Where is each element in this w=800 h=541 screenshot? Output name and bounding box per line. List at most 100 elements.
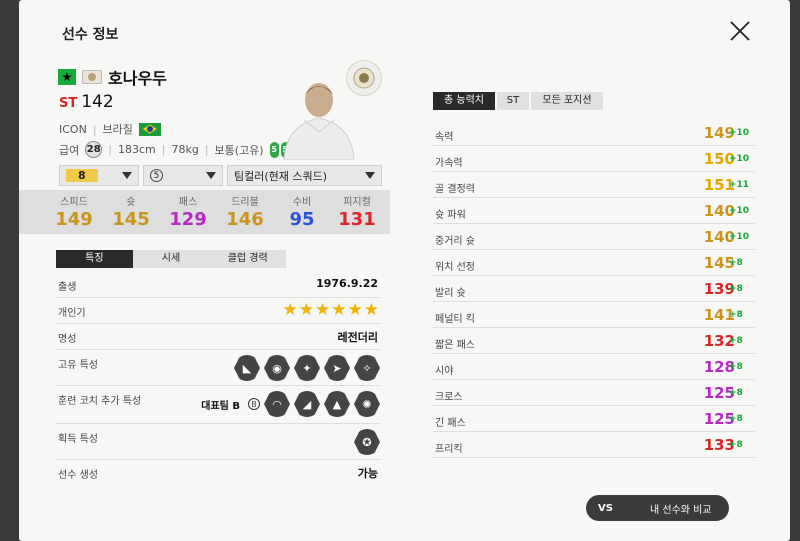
info-row-acquired-traits: 획득 특성 ✪ bbox=[56, 424, 380, 460]
attribute-bonus: +10 bbox=[729, 128, 750, 138]
attribute-row: 짧은 패스 132 +8 bbox=[433, 328, 755, 354]
compare-label: 내 선수와 비교 bbox=[650, 504, 712, 516]
attribute-name: 위치 선정 bbox=[435, 262, 475, 273]
attribute-name: 짧은 패스 bbox=[435, 340, 475, 351]
attribute-name: 가속력 bbox=[435, 158, 463, 169]
attribute-row: 프리킥 133 +8 bbox=[433, 432, 755, 458]
attribute-name: 시야 bbox=[435, 366, 454, 377]
info-row-player-creation: 선수 생성 가능 bbox=[58, 467, 378, 481]
attribute-name: 프리킥 bbox=[435, 444, 463, 455]
card-type: ICON bbox=[59, 122, 87, 136]
team-player-trait-icon[interactable]: ✺ bbox=[354, 391, 380, 417]
attribute-row: 크로스 125 +8 bbox=[433, 380, 755, 406]
tab-st[interactable]: ST bbox=[497, 92, 529, 110]
compare-vs-icon: VS bbox=[598, 502, 613, 514]
attribute-bonus: +8 bbox=[729, 414, 743, 424]
attribute-name: 발리 슛 bbox=[435, 288, 466, 299]
attribute-row: 골 결정력 151 +11 bbox=[433, 172, 755, 198]
attribute-list: 속력 149 +10 가속력 150 +10 골 결정력 151 +11 슛 파워 140 +10 중거… bbox=[433, 120, 755, 458]
tab-traits[interactable]: 특징 bbox=[56, 250, 133, 268]
attribute-bonus: +10 bbox=[729, 206, 750, 216]
player-nation: 브라질 bbox=[102, 123, 133, 136]
attribute-name: 속력 bbox=[435, 132, 454, 143]
attribute-bonus: +8 bbox=[729, 258, 743, 268]
player-name: 호나우두 bbox=[108, 69, 167, 88]
unique-traits-icons: ◣ ◉ ✦ ➤ ✧ bbox=[234, 355, 380, 381]
tab-all-positions[interactable]: 모든 포지션 bbox=[531, 92, 603, 110]
dribbler-trait-icon[interactable]: ➤ bbox=[324, 355, 350, 381]
long-shot-trait-icon[interactable]: ◢ bbox=[294, 391, 320, 417]
finesse-shot-trait-icon[interactable]: ◣ bbox=[234, 355, 260, 381]
player-name-row: ★ 호나우두 bbox=[58, 65, 167, 89]
attribute-row: 발리 슛 139 +8 bbox=[433, 276, 755, 302]
attribute-name: 중거리 슛 bbox=[435, 236, 475, 247]
attribute-name: 긴 패스 bbox=[435, 418, 466, 429]
skill-stars: ★★★★★★ bbox=[282, 300, 380, 320]
coach-grade-icon: B bbox=[248, 398, 260, 410]
attribute-bonus: +8 bbox=[729, 440, 743, 450]
info-row-coach-traits: 훈련 코치 추가 특성 대표팀 B B ◠ ◢ ▲ ✺ bbox=[56, 386, 380, 424]
attribute-row: 위치 선정 145 +8 bbox=[433, 250, 755, 276]
attribute-row: 가속력 150 +10 bbox=[433, 146, 755, 172]
brazil-flag-icon bbox=[138, 122, 161, 136]
level-value: 8 bbox=[66, 169, 98, 182]
season-icon bbox=[82, 70, 102, 84]
stat-passing: 패스 129 bbox=[169, 197, 207, 230]
level-select[interactable]: 8 bbox=[59, 165, 139, 186]
player-meta-1: ICON | 브라질 bbox=[59, 121, 161, 137]
attribute-name: 크로스 bbox=[435, 392, 463, 403]
player-info-list: 출생 1976.9.22 개인기 ★★★★★★ 명성 레전더리 고유 특성 ◣ … bbox=[56, 272, 380, 486]
info-row-birth: 출생 1976.9.22 bbox=[56, 272, 380, 298]
attribute-row: 시야 128 +8 bbox=[433, 354, 755, 380]
tab-market-price[interactable]: 시세 bbox=[132, 250, 210, 268]
icon-class-badge bbox=[346, 60, 382, 96]
power-shot-trait-icon[interactable]: ✦ bbox=[294, 355, 320, 381]
stat-dribbling: 드리블 146 bbox=[226, 197, 264, 230]
position-overall: ST 142 bbox=[59, 92, 114, 112]
stat-pace: 스피드 149 bbox=[55, 197, 93, 230]
info-row-reputation: 명성 레전더리 bbox=[56, 324, 380, 350]
team-color-select[interactable]: 팀컬러(현재 스쿼드) bbox=[227, 165, 382, 186]
attribute-row: 속력 149 +10 bbox=[433, 120, 755, 146]
grade-value: 5 bbox=[150, 169, 163, 182]
attribute-bonus: +8 bbox=[729, 362, 743, 372]
tab-club-career[interactable]: 클럽 경력 bbox=[209, 250, 287, 268]
coach-team-label: 대표팀 B bbox=[201, 400, 240, 412]
player-body-type: 보통(고유) bbox=[214, 143, 264, 157]
speed-dribbler-trait-icon[interactable]: ✧ bbox=[354, 355, 380, 381]
chip-shot-trait-icon[interactable]: ◠ bbox=[264, 391, 290, 417]
info-row-unique-traits: 고유 특성 ◣ ◉ ✦ ➤ ✧ bbox=[56, 350, 380, 386]
tab-total-stats[interactable]: 총 능력치 bbox=[433, 92, 495, 110]
salary-label: 급여 bbox=[59, 143, 80, 157]
attribute-row: 페널티 킥 141 +8 bbox=[433, 302, 755, 328]
coach-traits-icons: 대표팀 B B ◠ ◢ ▲ ✺ bbox=[201, 391, 380, 417]
stat-shooting: 슛 145 bbox=[112, 197, 150, 230]
close-icon[interactable] bbox=[728, 19, 752, 43]
salary-badge: 28 bbox=[85, 141, 103, 158]
modal-title: 선수 정보 bbox=[62, 27, 119, 43]
leadership-trait-icon[interactable]: ▲ bbox=[324, 391, 350, 417]
compare-button[interactable]: VS 내 선수와 비교 bbox=[586, 495, 729, 521]
grade-select[interactable]: 5 bbox=[143, 165, 223, 186]
crowd-trait-icon[interactable]: ✪ bbox=[354, 429, 380, 455]
chevron-down-icon bbox=[206, 172, 216, 179]
attribute-bonus: +10 bbox=[729, 232, 750, 242]
chevron-down-icon bbox=[365, 172, 375, 179]
attribute-row: 긴 패스 125 +8 bbox=[433, 406, 755, 432]
flair-trait-icon[interactable]: ◉ bbox=[264, 355, 290, 381]
player-position: ST bbox=[59, 96, 78, 111]
attribute-bonus: +11 bbox=[729, 180, 750, 190]
attribute-name: 페널티 킥 bbox=[435, 314, 475, 325]
stat-defending: 수비 95 bbox=[289, 197, 315, 230]
attribute-bonus: +8 bbox=[729, 336, 743, 346]
acquired-traits-icons: ✪ bbox=[354, 429, 380, 455]
attribute-name: 골 결정력 bbox=[435, 184, 475, 195]
stat-physical: 피지컬 131 bbox=[338, 197, 376, 230]
icon-emblem-icon bbox=[353, 67, 375, 89]
team-color-value: 팀컬러(현재 스쿼드) bbox=[234, 169, 328, 183]
attribute-row: 중거리 슛 140 +10 bbox=[433, 224, 755, 250]
attribute-bonus: +8 bbox=[729, 310, 743, 320]
player-overall: 142 bbox=[81, 92, 114, 112]
summary-stats-bar: 스피드 149 슛 145 패스 129 드리블 146 수비 95 피지컬 1… bbox=[19, 190, 390, 234]
player-height: 183cm bbox=[117, 143, 156, 156]
